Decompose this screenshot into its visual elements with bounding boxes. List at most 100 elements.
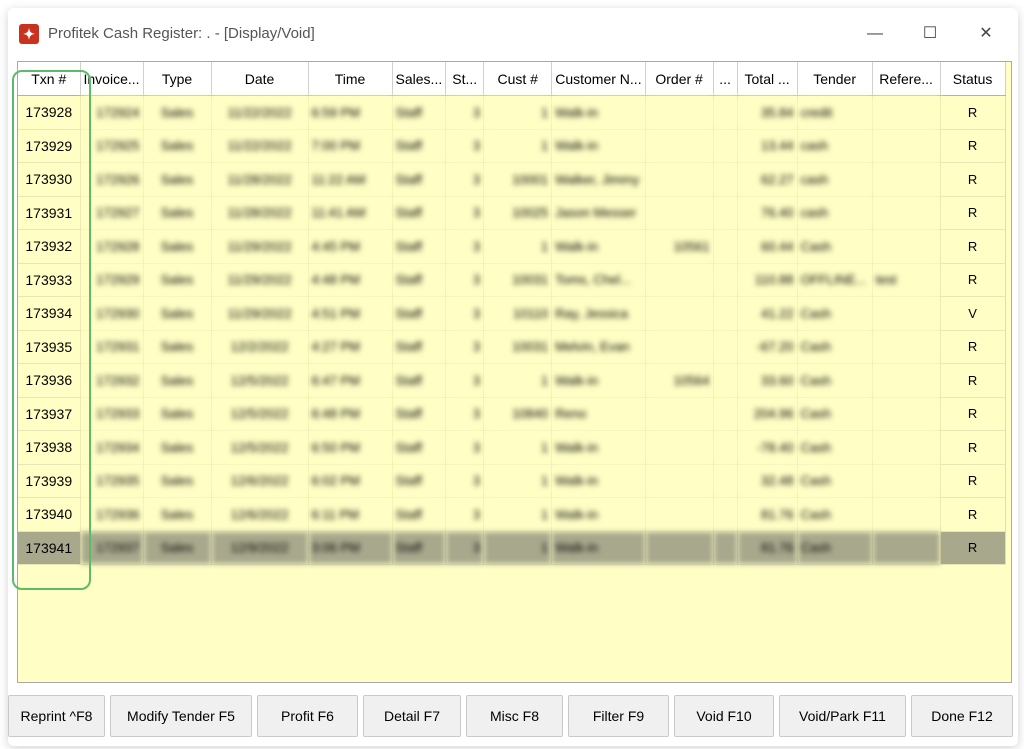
cell-tender: cash <box>797 129 873 163</box>
cell-x <box>713 95 738 130</box>
table-row[interactable]: 173935 172931 Sales 12/2/2022 4:27 PM Staff 3 1… <box>18 330 1006 364</box>
cell-tender: OFFLINE... <box>797 263 873 297</box>
cell-total: -67.20 <box>737 330 798 364</box>
cell-type: Sales <box>143 229 212 264</box>
column-header[interactable]: Cust # <box>483 62 553 96</box>
table-row[interactable]: 173940 172936 Sales 12/6/2022 6:11 PM Staff 3 1… <box>18 497 1006 532</box>
cell-invoice: 172935 <box>80 464 144 498</box>
column-header[interactable]: Invoice... <box>80 62 144 96</box>
cell-st: 3 <box>445 196 485 230</box>
cell-time: 7:00 PM <box>308 129 393 163</box>
cell-customer: Melvin, Evan <box>551 330 646 364</box>
minimize-icon[interactable]: — <box>855 20 895 48</box>
done-button[interactable]: Done F12 <box>911 695 1013 737</box>
cell-time: 6:11 PM <box>308 497 393 532</box>
cell-date: 12/2/2022 <box>211 330 309 364</box>
maximize-icon[interactable]: ☐ <box>910 20 950 48</box>
table-row[interactable]: 173931 172927 Sales 11/28/2022 11:41 AM Staff… <box>18 196 1006 230</box>
cell-txn: 173939 <box>18 464 81 498</box>
cell-total: 204.96 <box>737 397 798 431</box>
column-header[interactable]: Time <box>308 62 393 96</box>
cell-date: 11/29/2022 <box>211 263 309 297</box>
table-row[interactable]: 173936 172932 Sales 12/5/2022 6:47 PM Staff 3 1… <box>18 363 1006 398</box>
cell-cust: 10025 <box>483 196 553 230</box>
column-header[interactable]: Type <box>143 62 212 96</box>
column-header[interactable]: Date <box>211 62 309 96</box>
cell-tender: Cash <box>797 397 873 431</box>
cell-sales: Staff <box>392 497 447 532</box>
cell-order <box>645 263 714 297</box>
column-header[interactable]: Status <box>940 62 1006 96</box>
cell-x <box>713 196 738 230</box>
cell-sales: Staff <box>392 397 447 431</box>
cell-ref <box>872 196 941 230</box>
table-row[interactable]: 173929 172925 Sales 11/22/2022 7:00 PM Staff 3… <box>18 129 1006 163</box>
cell-type: Sales <box>143 129 212 163</box>
cell-status: R <box>940 430 1006 465</box>
window-title: Profitek Cash Register: . - [Display/Voi… <box>48 25 315 42</box>
cell-invoice: 172932 <box>80 363 144 398</box>
cell-customer: Walk-in <box>551 497 646 532</box>
table-row[interactable]: 173934 172930 Sales 11/29/2022 4:51 PM Staff 3… <box>18 296 1006 331</box>
misc-button[interactable]: Misc F8 <box>466 695 563 737</box>
detail-button[interactable]: Detail F7 <box>363 695 461 737</box>
cell-type: Sales <box>143 430 212 465</box>
table-row[interactable]: 173930 172926 Sales 11/28/2022 11:22 AM Staff… <box>18 162 1006 197</box>
void-button[interactable]: Void F10 <box>674 695 774 737</box>
reprint-button[interactable]: Reprint ^F8 <box>8 695 105 737</box>
void-park-button[interactable]: Void/Park F11 <box>779 695 906 737</box>
cell-x <box>713 531 738 565</box>
cell-ref <box>872 430 941 465</box>
cell-status: R <box>940 363 1006 398</box>
table-row[interactable]: 173932 172928 Sales 11/29/2022 4:45 PM Staff 3… <box>18 229 1006 264</box>
cell-txn: 173930 <box>18 162 81 197</box>
cell-cust: 10031 <box>483 263 553 297</box>
table-row[interactable]: 173937 172933 Sales 12/5/2022 6:48 PM Staff 3 1… <box>18 397 1006 431</box>
table-row[interactable]: 173938 172934 Sales 12/5/2022 6:50 PM Staff 3 1… <box>18 430 1006 465</box>
profit-button[interactable]: Profit F6 <box>257 695 358 737</box>
cell-time: 6:48 PM <box>308 397 393 431</box>
column-header[interactable]: Txn # <box>18 62 81 96</box>
action-button-bar: Reprint ^F8 Modify Tender F5 Profit F6 Deta… <box>8 687 1018 745</box>
cell-ref <box>872 531 941 565</box>
modify-tender-button[interactable]: Modify Tender F5 <box>110 695 252 737</box>
transactions-grid[interactable]: Txn # Invoice... Type Date Time Sales... St...… <box>17 61 1012 683</box>
cell-st: 3 <box>445 497 485 532</box>
filter-button[interactable]: Filter F9 <box>568 695 669 737</box>
column-header[interactable]: ... <box>713 62 738 96</box>
table-row-selected[interactable]: 173941 172937 Sales 12/9/2022 3:06 PM Staff 3 1… <box>18 531 1006 565</box>
cell-time: 6:02 PM <box>308 464 393 498</box>
cell-order: 10561 <box>645 229 714 264</box>
cell-sales: Staff <box>392 129 447 163</box>
cell-time: 6:50 PM <box>308 430 393 465</box>
close-icon[interactable]: ✕ <box>966 20 1006 48</box>
cell-order <box>645 129 714 163</box>
cell-st: 3 <box>445 430 485 465</box>
column-header[interactable]: Sales... <box>392 62 447 96</box>
cell-x <box>713 330 738 364</box>
cell-status: R <box>940 129 1006 163</box>
cell-type: Sales <box>143 531 212 565</box>
cell-status: R <box>940 196 1006 230</box>
column-header[interactable]: Tender <box>797 62 873 96</box>
cell-invoice: 172936 <box>80 497 144 532</box>
column-header[interactable]: Customer N... <box>551 62 646 96</box>
cell-sales: Staff <box>392 430 447 465</box>
cell-status: R <box>940 263 1006 297</box>
cell-ref <box>872 229 941 264</box>
cell-date: 11/22/2022 <box>211 129 309 163</box>
title-bar[interactable]: ✦ Profitek Cash Register: . - [Display/V… <box>8 8 1018 58</box>
cell-txn: 173940 <box>18 497 81 532</box>
column-header[interactable]: Refere... <box>872 62 941 96</box>
column-header[interactable]: St... <box>445 62 485 96</box>
cell-ref <box>872 497 941 532</box>
column-header[interactable]: Order # <box>645 62 714 96</box>
column-header[interactable]: Total ... <box>737 62 798 96</box>
cell-tender: Cash <box>797 229 873 264</box>
table-row[interactable]: 173928 172924 Sales 11/22/2022 6:59 PM Staff 3… <box>18 95 1006 130</box>
app-window: ✦ Profitek Cash Register: . - [Display/V… <box>8 8 1018 746</box>
cell-date: 11/28/2022 <box>211 196 309 230</box>
cell-cust: 1 <box>483 363 553 398</box>
table-row[interactable]: 173939 172935 Sales 12/6/2022 6:02 PM Staff 3 1… <box>18 464 1006 498</box>
table-row[interactable]: 173933 172929 Sales 11/29/2022 4:48 PM Staff 3… <box>18 263 1006 297</box>
